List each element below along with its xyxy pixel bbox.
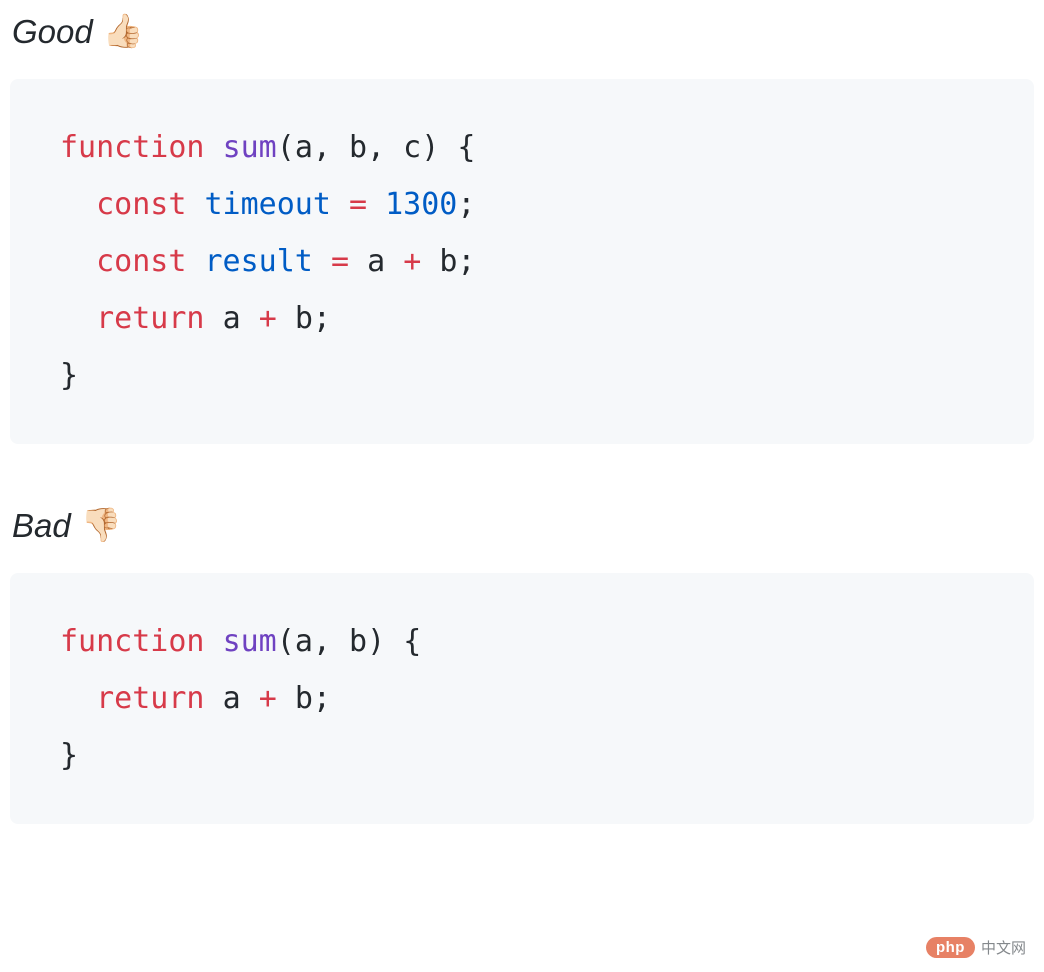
good-label: Good bbox=[12, 13, 93, 51]
thumbs-up-icon: 👍🏻 bbox=[103, 12, 144, 51]
keyword-const: const bbox=[96, 244, 186, 279]
code-block-good: function sum(a, b, c) { const timeout = … bbox=[10, 79, 1034, 444]
indent bbox=[60, 244, 96, 279]
number-literal: 1300 bbox=[385, 187, 457, 222]
close-brace: } bbox=[60, 738, 78, 773]
equals-op: = bbox=[349, 187, 367, 222]
expr-b: b bbox=[295, 301, 313, 336]
keyword-function: function bbox=[60, 624, 205, 659]
plus-op: + bbox=[259, 301, 277, 336]
open-brace: { bbox=[457, 130, 475, 165]
expr-b: b bbox=[439, 244, 457, 279]
semicolon: ; bbox=[313, 681, 331, 716]
close-paren: ) bbox=[421, 130, 439, 165]
close-paren: ) bbox=[367, 624, 385, 659]
keyword-return: return bbox=[96, 681, 204, 716]
semicolon: ; bbox=[313, 301, 331, 336]
open-paren: ( bbox=[277, 624, 295, 659]
indent bbox=[60, 187, 96, 222]
indent bbox=[60, 681, 96, 716]
open-brace: { bbox=[403, 624, 421, 659]
open-paren: ( bbox=[277, 130, 295, 165]
function-name: sum bbox=[223, 130, 277, 165]
bad-label: Bad bbox=[12, 507, 71, 545]
expr-a: a bbox=[223, 681, 241, 716]
function-name: sum bbox=[223, 624, 277, 659]
plus-op: + bbox=[403, 244, 421, 279]
watermark-pill: php bbox=[926, 937, 975, 958]
keyword-const: const bbox=[96, 187, 186, 222]
plus-op: + bbox=[259, 681, 277, 716]
expr-a: a bbox=[367, 244, 385, 279]
params: a, b, c bbox=[295, 130, 421, 165]
identifier-result: result bbox=[205, 244, 313, 279]
watermark-text: 中文网 bbox=[981, 937, 1026, 958]
expr-a: a bbox=[223, 301, 241, 336]
section-title-good: Good 👍🏻 bbox=[12, 12, 1034, 51]
watermark: php 中文网 bbox=[926, 937, 1026, 958]
keyword-return: return bbox=[96, 301, 204, 336]
expr-b: b bbox=[295, 681, 313, 716]
semicolon: ; bbox=[457, 244, 475, 279]
keyword-function: function bbox=[60, 130, 205, 165]
thumbs-down-icon: 👎🏻 bbox=[81, 506, 122, 545]
code-block-bad: function sum(a, b) { return a + b; } bbox=[10, 573, 1034, 824]
section-title-bad: Bad 👎🏻 bbox=[12, 506, 1034, 545]
identifier-timeout: timeout bbox=[205, 187, 331, 222]
params: a, b bbox=[295, 624, 367, 659]
close-brace: } bbox=[60, 358, 78, 393]
semicolon: ; bbox=[457, 187, 475, 222]
equals-op: = bbox=[331, 244, 349, 279]
indent bbox=[60, 301, 96, 336]
